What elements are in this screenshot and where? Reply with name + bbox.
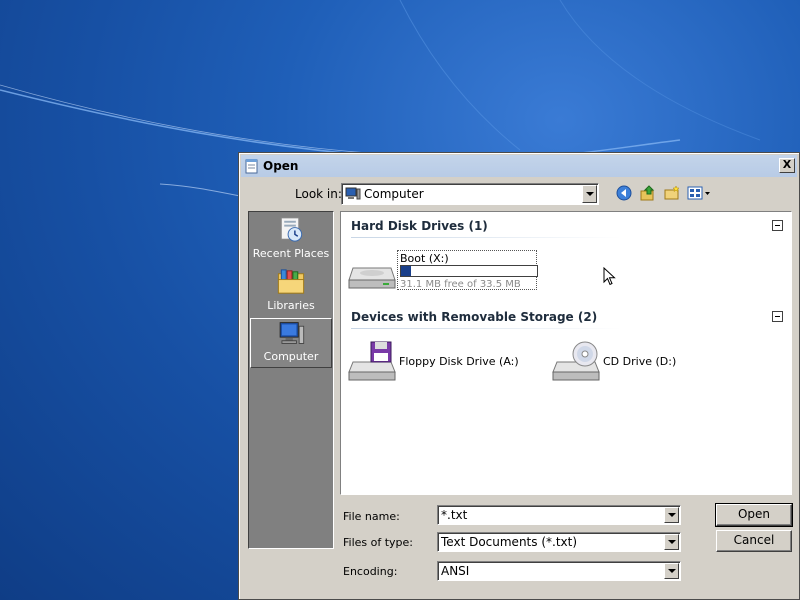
chevron-down-icon[interactable]	[664, 563, 679, 579]
place-label: Recent Places	[252, 247, 330, 260]
place-label: Computer	[263, 350, 319, 363]
notepad-icon	[245, 159, 258, 174]
group-divider	[351, 328, 621, 329]
drive-floppy[interactable]: Floppy Disk Drive (A:)	[347, 340, 519, 382]
collapse-icon[interactable]	[772, 220, 783, 231]
up-folder-icon[interactable]	[639, 184, 657, 202]
file-type-dropdown[interactable]: Text Documents (*.txt)	[437, 532, 681, 552]
cancel-button[interactable]: Cancel	[716, 530, 792, 552]
drive-name: Floppy Disk Drive (A:)	[399, 354, 519, 368]
recent-places-icon	[280, 217, 303, 242]
group-divider	[351, 237, 621, 238]
look-in-label: Look in:	[295, 187, 342, 201]
back-icon[interactable]	[615, 184, 633, 202]
computer-icon	[279, 322, 305, 344]
encoding-value: ANSI	[441, 564, 470, 578]
drive-name: CD Drive (D:)	[603, 354, 677, 368]
open-button[interactable]: Open	[715, 503, 793, 527]
usage-bar-fill	[401, 266, 411, 276]
file-type-label: Files of type:	[343, 536, 414, 549]
drive-cd[interactable]: CD Drive (D:)	[551, 340, 676, 382]
file-name-label: File name:	[343, 510, 400, 523]
mouse-cursor-icon	[603, 267, 616, 286]
title-bar[interactable]: Open X	[241, 155, 797, 177]
places-bar: Recent Places Libraries Computer	[248, 211, 334, 549]
place-recent-places[interactable]: Recent Places	[250, 214, 332, 264]
look-in-value: Computer	[364, 187, 424, 201]
floppy-drive-icon	[348, 341, 396, 381]
look-in-dropdown[interactable]: Computer	[341, 183, 599, 205]
encoding-label: Encoding:	[343, 565, 398, 578]
file-name-value: *.txt	[441, 508, 468, 522]
drive-boot[interactable]	[347, 256, 397, 290]
place-libraries[interactable]: Libraries	[250, 266, 332, 316]
dialog-title: Open	[263, 159, 299, 173]
chevron-down-icon[interactable]	[582, 185, 597, 203]
file-type-value: Text Documents (*.txt)	[441, 535, 578, 549]
chevron-down-icon[interactable]	[664, 534, 679, 550]
collapse-icon[interactable]	[772, 311, 783, 322]
file-list-view[interactable]: Hard Disk Drives (1) Boot (X:) 31.1 MB f…	[340, 211, 792, 495]
place-label: Libraries	[267, 299, 315, 312]
drive-free-space: 31.1 MB free of 33.5 MB	[400, 279, 521, 290]
chevron-down-icon[interactable]	[664, 507, 679, 523]
cd-drive-icon	[552, 341, 600, 381]
usage-bar	[400, 265, 538, 277]
close-button[interactable]: X	[779, 158, 795, 173]
group-header-removable: Devices with Removable Storage (2)	[351, 310, 598, 324]
encoding-dropdown[interactable]: ANSI	[437, 561, 681, 581]
group-header-hard-disk: Hard Disk Drives (1)	[351, 219, 488, 233]
new-folder-icon[interactable]	[663, 184, 681, 202]
place-computer[interactable]: Computer	[250, 318, 332, 368]
drive-name: Boot (X:)	[400, 252, 449, 265]
open-dialog: Open X Look in: Computer Recent Places L…	[238, 152, 800, 600]
libraries-icon	[277, 269, 305, 294]
view-menu-icon[interactable]	[687, 184, 711, 202]
toolbar	[615, 184, 711, 202]
computer-icon	[345, 187, 361, 200]
file-name-input[interactable]: *.txt	[437, 505, 681, 525]
hard-drive-icon	[348, 267, 396, 289]
